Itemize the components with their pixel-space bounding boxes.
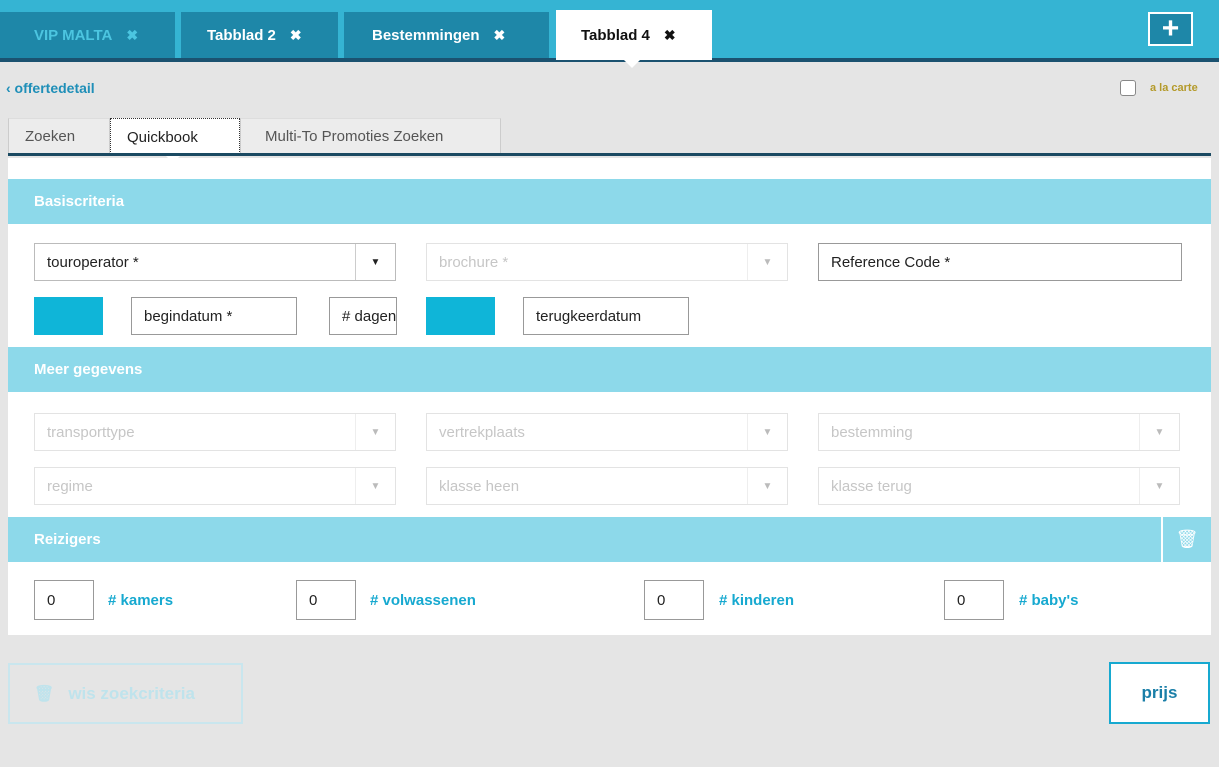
tab-separator — [175, 12, 178, 58]
babys-input[interactable]: 0 — [944, 580, 1004, 620]
trash-icon: 🗑 — [1175, 529, 1199, 549]
babys-label: # baby's — [1019, 592, 1079, 609]
chevron-down-icon[interactable]: ▼ — [1139, 468, 1179, 504]
tab-bestemmingen[interactable]: Bestemmingen ✖ — [344, 12, 549, 58]
chevron-down-icon[interactable]: ▼ — [355, 468, 395, 504]
wis-label: wis zoekcriteria — [68, 683, 195, 703]
section-reizigers: Reizigers — [8, 517, 1161, 562]
transporttype-select[interactable]: transporttype ▼ — [34, 413, 396, 451]
section-meer-gegevens: Meer gegevens — [8, 347, 1211, 392]
chevron-down-icon[interactable]: ▼ — [747, 244, 787, 280]
klasse-terug-select[interactable]: klasse terug ▼ — [818, 467, 1180, 505]
vertrekplaats-select[interactable]: vertrekplaats ▼ — [426, 413, 788, 451]
trash-icon: 🗑 — [34, 685, 55, 703]
close-icon[interactable]: ✖ — [494, 27, 506, 44]
klasse-heen-placeholder: klasse heen — [439, 477, 520, 495]
clear-travelers-button[interactable]: 🗑 — [1161, 517, 1211, 562]
reference-code-input[interactable]: Reference Code * — [818, 243, 1182, 281]
chevron-down-icon[interactable]: ▼ — [355, 414, 395, 450]
calendar-return-button[interactable] — [426, 297, 495, 335]
dagen-input[interactable]: # dagen — [329, 297, 397, 335]
tab-label: Tabblad 4 — [581, 26, 650, 44]
transporttype-placeholder: transporttype — [47, 423, 135, 441]
regime-placeholder: regime — [47, 477, 93, 495]
back-link[interactable]: ‹ offertedetail — [6, 80, 95, 96]
tab-tabblad-4[interactable]: Tabblad 4 ✖ — [556, 10, 712, 68]
kamers-label: # kamers — [108, 592, 174, 609]
calendar-start-button[interactable] — [34, 297, 103, 335]
subtab-divider — [8, 153, 1211, 156]
close-icon[interactable]: ✖ — [126, 27, 138, 44]
tab-vip-malta[interactable]: VIP MALTA ✖ — [0, 12, 175, 58]
tab-label: VIP MALTA — [34, 26, 113, 44]
bestemming-placeholder: bestemming — [831, 423, 913, 441]
search-panel — [8, 158, 1211, 635]
prijs-button[interactable]: prijs — [1109, 662, 1210, 724]
chevron-down-icon[interactable]: ▼ — [747, 414, 787, 450]
alacarte-label: a la carte — [1150, 82, 1198, 94]
close-icon[interactable]: ✖ — [290, 27, 302, 44]
wis-zoekcriteria-button[interactable]: 🗑 wis zoekcriteria — [8, 663, 243, 724]
tab-label: Tabblad 2 — [207, 26, 276, 44]
close-icon[interactable]: ✖ — [664, 27, 676, 44]
kinderen-label: # kinderen — [719, 592, 795, 609]
kinderen-input[interactable]: 0 — [644, 580, 704, 620]
kamers-input[interactable]: 0 — [34, 580, 94, 620]
chevron-down-icon[interactable]: ▼ — [1139, 414, 1179, 450]
section-basiscriteria: Basiscriteria — [8, 179, 1211, 224]
touroperator-select[interactable]: touroperator * ▼ — [34, 243, 396, 281]
volwassenen-label: # volwassenen — [370, 592, 476, 609]
klasse-heen-select[interactable]: klasse heen ▼ — [426, 467, 788, 505]
chevron-down-icon[interactable]: ▼ — [747, 468, 787, 504]
tab-quickbook[interactable]: Quickbook — [110, 118, 240, 163]
klasse-terug-placeholder: klasse terug — [831, 477, 912, 495]
tab-label: Bestemmingen — [372, 26, 480, 44]
brochure-select[interactable]: brochure * ▼ — [426, 243, 788, 281]
alacarte-toggle[interactable]: a la carte — [1120, 80, 1198, 96]
regime-select[interactable]: regime ▼ — [34, 467, 396, 505]
tab-zoeken[interactable]: Zoeken — [8, 118, 110, 154]
bestemming-select[interactable]: bestemming ▼ — [818, 413, 1180, 451]
vertrekplaats-placeholder: vertrekplaats — [439, 423, 525, 441]
tab-multi-to-promoties[interactable]: Multi-To Promoties Zoeken — [240, 118, 501, 154]
tab-separator — [338, 12, 341, 58]
volwassenen-input[interactable]: 0 — [296, 580, 356, 620]
chevron-down-icon[interactable]: ▼ — [355, 244, 395, 280]
alacarte-checkbox[interactable] — [1120, 80, 1136, 96]
add-tab-button[interactable]: + — [1148, 12, 1193, 46]
touroperator-value: touroperator * — [47, 253, 139, 271]
terugkeerdatum-input[interactable]: terugkeerdatum — [523, 297, 689, 335]
tab-tabblad-2[interactable]: Tabblad 2 ✖ — [181, 12, 338, 58]
brochure-placeholder: brochure * — [439, 253, 509, 271]
begindatum-input[interactable]: begindatum * — [131, 297, 297, 335]
